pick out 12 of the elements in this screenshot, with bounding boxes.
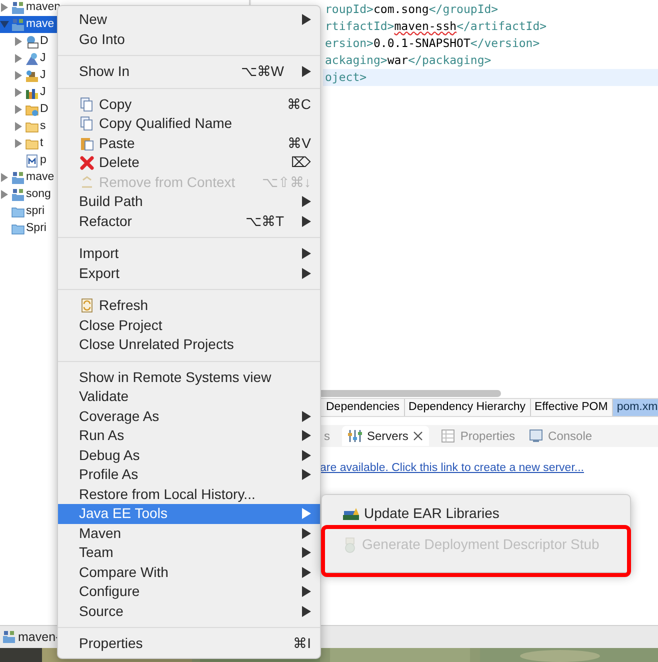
shortcut-label: ⌥⌘T <box>245 212 284 231</box>
code-line: rtifactId>maven-ssh</artifactId> <box>324 18 548 35</box>
code-line: roupId>com.song</groupId> <box>324 1 500 18</box>
status-label: maven- <box>18 628 60 646</box>
shortcut-label: ⌘C <box>286 94 311 114</box>
shortcut-label: ⌘V <box>288 134 311 153</box>
shortcut-label: ⌥⇧⌘↓ <box>262 172 311 192</box>
shortcut-label: ⌘I <box>293 634 311 654</box>
shortcut-label: ⌦ <box>291 153 311 172</box>
code-line: ackaging>war</packaging> <box>324 52 492 69</box>
code-line: ersion>0.0.1-SNAPSHOT</version> <box>324 35 541 52</box>
shortcut-label: ⌥⌘W <box>240 62 284 82</box>
